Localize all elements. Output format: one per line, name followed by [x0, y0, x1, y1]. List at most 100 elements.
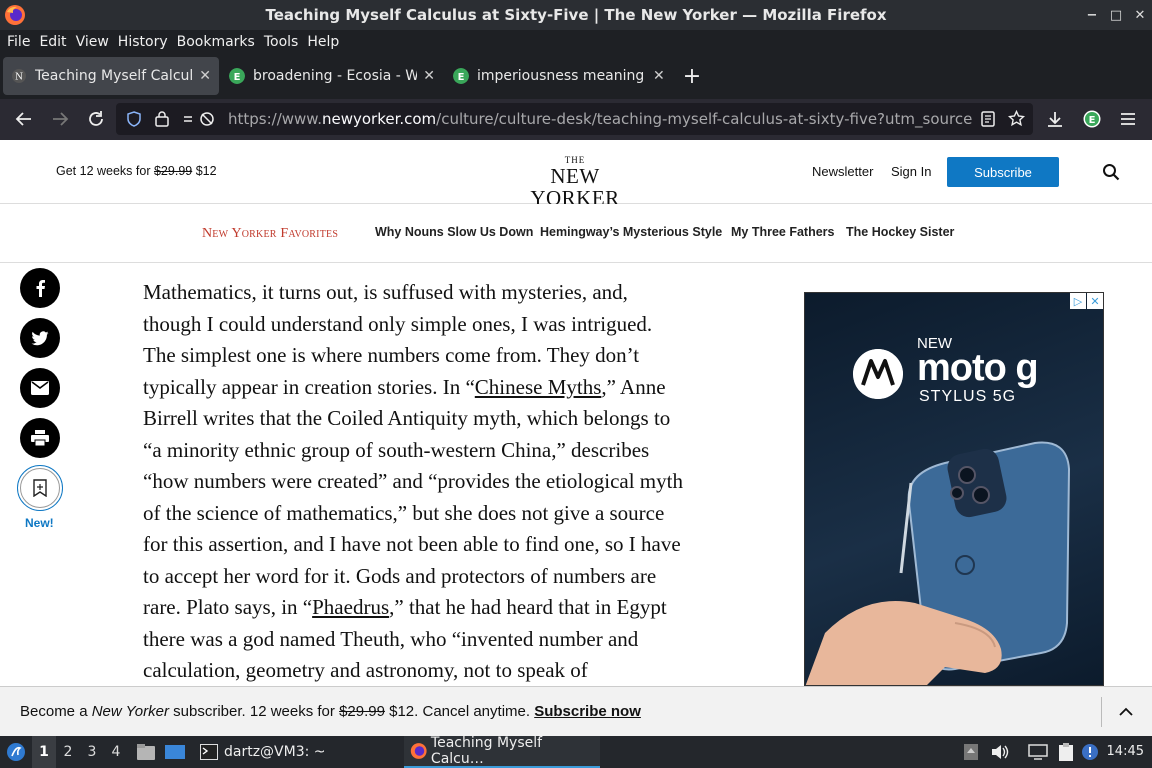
reload-icon[interactable]: [78, 101, 114, 137]
svg-text:E: E: [458, 72, 465, 83]
twitter-icon: [31, 330, 49, 345]
hamburger-menu-icon[interactable]: [1110, 101, 1146, 137]
workspace-4[interactable]: 4: [104, 744, 128, 760]
file-manager-icon[interactable]: [136, 743, 156, 761]
permissions-icon[interactable]: [182, 111, 216, 127]
new-label: New!: [25, 516, 54, 530]
phone-image: [805, 441, 1071, 685]
subscribe-banner: Become a New Yorker subscriber. 12 weeks…: [0, 686, 1152, 736]
close-tab-icon[interactable]: ✕: [199, 68, 211, 84]
subscribe-button[interactable]: Subscribe: [947, 157, 1059, 187]
eject-icon[interactable]: [963, 743, 979, 761]
favorite-link[interactable]: Why Nouns Slow Us Down: [375, 225, 533, 239]
menu-help[interactable]: Help: [304, 34, 345, 50]
network-icon[interactable]: [1028, 744, 1048, 760]
close-tab-icon[interactable]: ✕: [653, 68, 665, 84]
site-header: Get 12 weeks for $29.99 $12 THE NEW YORK…: [0, 140, 1152, 209]
close-window-icon[interactable]: ✕: [1128, 0, 1152, 30]
banner-text: Become a New Yorker subscriber. 12 weeks…: [20, 703, 641, 720]
downloads-icon[interactable]: [1037, 101, 1073, 137]
clock: 14:45: [1106, 744, 1144, 759]
navigation-bar: https://www.newyorker.com/culture/cultur…: [0, 99, 1152, 140]
favorites-bar: New Yorker Favorites Why Nouns Slow Us D…: [0, 204, 1152, 263]
taskbar: 1 2 3 4 dartz@VM3: ~ Teaching Myself Cal…: [0, 735, 1152, 768]
back-icon[interactable]: [6, 101, 42, 137]
header-promo[interactable]: Get 12 weeks for $29.99 $12: [56, 164, 217, 178]
tab-ecosia[interactable]: E broadening - Ecosia - We ✕: [221, 57, 443, 95]
window-titlebar: Teaching Myself Calculus at Sixty-Five |…: [0, 0, 1152, 30]
favorite-link[interactable]: Hemingway’s Mysterious Style: [540, 225, 722, 239]
print-icon: [31, 430, 49, 446]
favorite-link[interactable]: The Hockey Sister: [846, 225, 954, 239]
tab-new-yorker[interactable]: N Teaching Myself Calculus ✕: [3, 57, 219, 95]
email-icon: [31, 381, 49, 395]
desktop-icon[interactable]: [164, 743, 186, 761]
terminal-task[interactable]: dartz@VM3: ~: [194, 736, 332, 768]
article-paragraph: Mathematics, it turns out, is suffused w…: [143, 280, 683, 682]
banner-divider: [1101, 697, 1102, 727]
menu-bar: File Edit View History Bookmarks Tools H…: [0, 30, 1152, 53]
bookmark-add-icon: [33, 479, 47, 497]
volume-icon[interactable]: [991, 744, 1009, 760]
ad-info-icon[interactable]: ▷: [1070, 293, 1086, 309]
svg-text:E: E: [234, 72, 241, 83]
firefox-task[interactable]: Teaching Myself Calcu…: [403, 735, 600, 768]
url-text[interactable]: https://www.newyorker.com/culture/cultur…: [228, 110, 972, 128]
advertisement[interactable]: ▷ ✕ NEW moto g STYLUS 5G: [804, 292, 1104, 686]
motorola-logo-icon: [853, 349, 903, 399]
firefox-icon: [5, 5, 25, 25]
sign-in-link[interactable]: Sign In: [891, 164, 931, 179]
phaedrus-link[interactable]: Phaedrus: [312, 595, 389, 619]
search-icon[interactable]: [1102, 163, 1120, 181]
tab-bar: N Teaching Myself Calculus ✕ E broadenin…: [0, 53, 1152, 99]
workspace-1[interactable]: 1: [32, 736, 56, 768]
minimize-icon[interactable]: −: [1080, 0, 1104, 30]
close-tab-icon[interactable]: ✕: [423, 68, 435, 84]
ecosia-favicon: E: [229, 68, 245, 84]
tab-label: Teaching Myself Calculus: [35, 68, 194, 84]
reader-view-icon[interactable]: [980, 111, 996, 127]
workspace-3[interactable]: 3: [80, 744, 104, 760]
new-yorker-logo[interactable]: THE NEW YORKER: [513, 156, 637, 210]
window-title: Teaching Myself Calculus at Sixty-Five |…: [265, 6, 887, 24]
lock-icon[interactable]: [154, 110, 170, 127]
ad-model: STYLUS 5G: [919, 388, 1017, 405]
terminal-icon: [200, 744, 218, 760]
svg-text:E: E: [1089, 115, 1096, 126]
shield-icon[interactable]: [126, 111, 142, 127]
clipboard-icon[interactable]: [1056, 742, 1076, 762]
facebook-share-button[interactable]: [20, 268, 60, 308]
notification-icon[interactable]: [1080, 742, 1100, 762]
save-article-button[interactable]: [17, 465, 63, 511]
bookmark-star-icon[interactable]: [1008, 110, 1025, 127]
new-yorker-favicon: N: [12, 69, 26, 83]
subscribe-now-link[interactable]: Subscribe now: [534, 703, 641, 720]
chevron-up-icon[interactable]: [1117, 703, 1135, 721]
ad-choices[interactable]: ▷ ✕: [1069, 293, 1103, 309]
chinese-myths-link[interactable]: Chinese Myths: [475, 375, 602, 399]
firefox-icon: [410, 743, 427, 759]
menu-tools[interactable]: Tools: [261, 34, 305, 50]
ecosia-extension-icon[interactable]: E: [1074, 101, 1110, 137]
twitter-share-button[interactable]: [20, 318, 60, 358]
menu-view[interactable]: View: [73, 34, 115, 50]
menu-bookmarks[interactable]: Bookmarks: [174, 34, 261, 50]
newsletter-link[interactable]: Newsletter: [812, 164, 873, 179]
forward-icon[interactable]: [42, 101, 78, 137]
article-body: Mathematics, it turns out, is suffused w…: [143, 277, 688, 687]
ad-close-icon[interactable]: ✕: [1087, 293, 1103, 309]
workspace-2[interactable]: 2: [56, 744, 80, 760]
print-button[interactable]: [20, 418, 60, 458]
facebook-icon: [36, 280, 45, 297]
tab-label: imperiousness meaning -: [477, 68, 647, 84]
tab-imperiousness[interactable]: E imperiousness meaning - ✕: [445, 57, 673, 95]
menu-history[interactable]: History: [115, 34, 174, 50]
menu-file[interactable]: File: [4, 34, 36, 50]
favorite-link[interactable]: My Three Fathers: [731, 225, 835, 239]
menu-edit[interactable]: Edit: [36, 34, 72, 50]
new-tab-icon[interactable]: +: [675, 64, 709, 89]
start-menu-icon[interactable]: [6, 742, 26, 762]
maximize-icon[interactable]: □: [1104, 0, 1128, 30]
url-bar[interactable]: https://www.newyorker.com/culture/cultur…: [116, 103, 1033, 135]
email-share-button[interactable]: [20, 368, 60, 408]
